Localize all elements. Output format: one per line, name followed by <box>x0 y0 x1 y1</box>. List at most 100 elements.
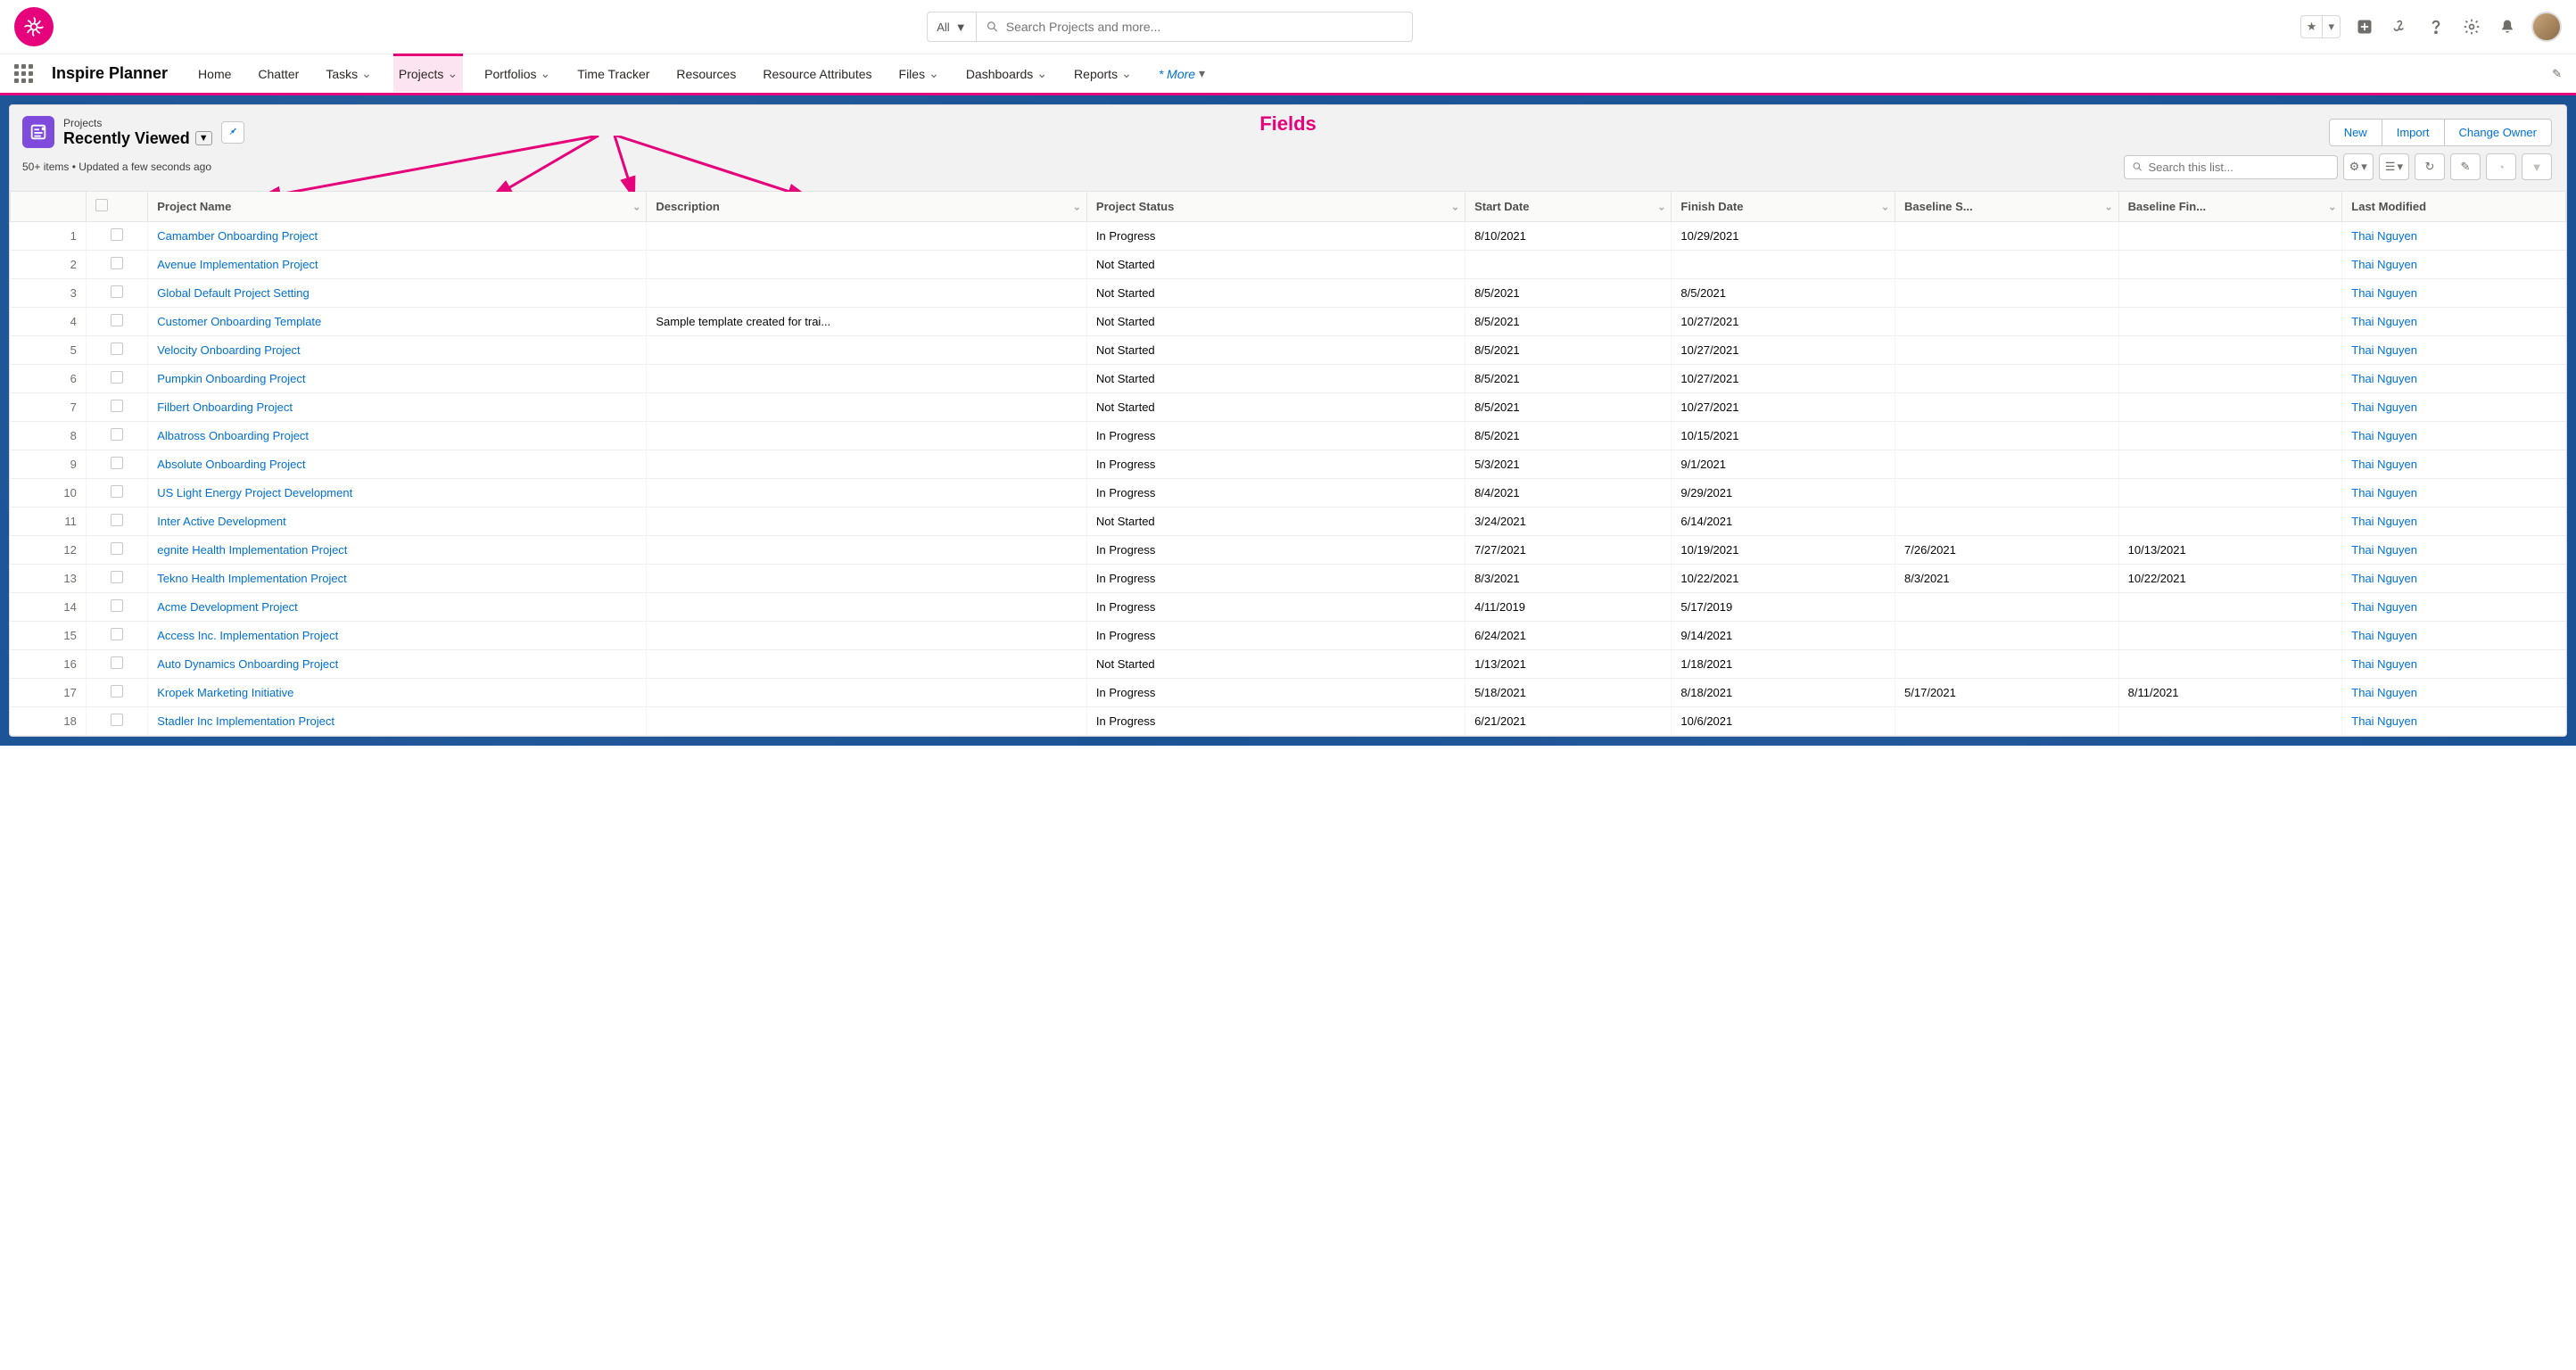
checkbox-icon[interactable] <box>111 342 123 355</box>
list-settings-button[interactable]: ⚙▾ <box>2343 153 2374 180</box>
checkbox-icon[interactable] <box>111 314 123 326</box>
project-link[interactable]: Customer Onboarding Template <box>157 315 321 328</box>
list-view-picker[interactable]: Recently Viewed ▼ <box>63 129 212 148</box>
inline-edit-button[interactable]: ✎ <box>2450 153 2481 180</box>
user-link[interactable]: Thai Nguyen <box>2351 458 2417 471</box>
nav-item-dashboards[interactable]: Dashboards⌄ <box>961 54 1053 93</box>
pin-list-button[interactable] <box>221 121 244 144</box>
row-checkbox[interactable] <box>86 622 147 650</box>
project-link[interactable]: Avenue Implementation Project <box>157 258 318 271</box>
user-link[interactable]: Thai Nguyen <box>2351 429 2417 442</box>
checkbox-icon[interactable] <box>111 714 123 726</box>
checkbox-icon[interactable] <box>95 199 108 211</box>
user-link[interactable]: Thai Nguyen <box>2351 600 2417 614</box>
col-description[interactable]: Description⌄ <box>647 192 1087 222</box>
gear-icon[interactable] <box>2460 15 2483 38</box>
row-checkbox[interactable] <box>86 593 147 622</box>
checkbox-icon[interactable] <box>111 685 123 697</box>
user-link[interactable]: Thai Nguyen <box>2351 286 2417 300</box>
row-checkbox[interactable] <box>86 279 147 308</box>
row-checkbox[interactable] <box>86 450 147 479</box>
nav-item-tasks[interactable]: Tasks⌄ <box>320 54 377 93</box>
checkbox-icon[interactable] <box>111 400 123 412</box>
chevron-down-icon[interactable]: ▾ <box>2322 16 2340 37</box>
app-launcher-icon[interactable] <box>14 64 36 83</box>
checkbox-icon[interactable] <box>111 285 123 298</box>
star-icon[interactable]: ★ <box>2301 16 2323 37</box>
question-icon[interactable] <box>2424 15 2448 38</box>
user-link[interactable]: Thai Nguyen <box>2351 229 2417 243</box>
project-link[interactable]: Tekno Health Implementation Project <box>157 572 346 585</box>
row-checkbox[interactable] <box>86 565 147 593</box>
row-checkbox[interactable] <box>86 336 147 365</box>
row-checkbox[interactable] <box>86 365 147 393</box>
project-link[interactable]: Access Inc. Implementation Project <box>157 629 338 642</box>
bell-icon[interactable] <box>2496 15 2519 38</box>
user-link[interactable]: Thai Nguyen <box>2351 629 2417 642</box>
project-link[interactable]: Velocity Onboarding Project <box>157 343 300 357</box>
project-link[interactable]: Inter Active Development <box>157 515 286 528</box>
col-project-status[interactable]: Project Status⌄ <box>1086 192 1465 222</box>
nav-more[interactable]: * More ▾ <box>1153 54 1210 93</box>
col-start-date[interactable]: Start Date⌄ <box>1466 192 1672 222</box>
nav-item-projects[interactable]: Projects⌄ <box>393 54 463 92</box>
user-link[interactable]: Thai Nguyen <box>2351 572 2417 585</box>
project-link[interactable]: Auto Dynamics Onboarding Project <box>157 657 338 671</box>
nav-item-resources[interactable]: Resources <box>671 54 741 93</box>
checkbox-icon[interactable] <box>111 542 123 555</box>
search-scope-picker[interactable]: All ▼ <box>927 12 975 42</box>
user-link[interactable]: Thai Nguyen <box>2351 515 2417 528</box>
nav-item-home[interactable]: Home <box>193 54 236 93</box>
list-search-box[interactable] <box>2124 155 2338 179</box>
col-last-modified[interactable]: Last Modified <box>2342 192 2566 222</box>
user-link[interactable]: Thai Nguyen <box>2351 400 2417 414</box>
list-search-input[interactable] <box>2148 161 2329 174</box>
user-link[interactable]: Thai Nguyen <box>2351 372 2417 385</box>
salesforce-help-icon[interactable] <box>2389 15 2412 38</box>
search-box[interactable] <box>976 12 1413 42</box>
edit-nav-icon[interactable]: ✎ <box>2552 67 2562 81</box>
checkbox-icon[interactable] <box>111 571 123 583</box>
display-as-button[interactable]: ☰▾ <box>2379 153 2409 180</box>
row-checkbox[interactable] <box>86 707 147 736</box>
project-link[interactable]: US Light Energy Project Development <box>157 486 352 499</box>
user-link[interactable]: Thai Nguyen <box>2351 714 2417 728</box>
checkbox-icon[interactable] <box>111 371 123 384</box>
filter-button[interactable]: ▼ <box>2522 153 2552 180</box>
nav-item-files[interactable]: Files⌄ <box>894 54 945 93</box>
col-finish-date[interactable]: Finish Date⌄ <box>1672 192 1895 222</box>
row-checkbox[interactable] <box>86 679 147 707</box>
checkbox-icon[interactable] <box>111 628 123 640</box>
chart-button[interactable]: ◔ <box>2486 153 2516 180</box>
nav-item-reports[interactable]: Reports⌄ <box>1069 54 1137 93</box>
user-avatar[interactable] <box>2531 12 2562 42</box>
project-link[interactable]: Acme Development Project <box>157 600 298 614</box>
project-link[interactable]: Albatross Onboarding Project <box>157 429 309 442</box>
global-search-input[interactable] <box>1006 20 1403 34</box>
project-link[interactable]: Stadler Inc Implementation Project <box>157 714 334 728</box>
project-link[interactable]: egnite Health Implementation Project <box>157 543 347 557</box>
user-link[interactable]: Thai Nguyen <box>2351 486 2417 499</box>
refresh-button[interactable]: ↻ <box>2415 153 2445 180</box>
nav-item-portfolios[interactable]: Portfolios⌄ <box>479 54 556 93</box>
row-checkbox[interactable] <box>86 422 147 450</box>
user-link[interactable]: Thai Nguyen <box>2351 657 2417 671</box>
col-baseline-finish[interactable]: Baseline Fin...⌄ <box>2118 192 2342 222</box>
user-link[interactable]: Thai Nguyen <box>2351 258 2417 271</box>
user-link[interactable]: Thai Nguyen <box>2351 343 2417 357</box>
checkbox-icon[interactable] <box>111 485 123 498</box>
checkbox-icon[interactable] <box>111 599 123 612</box>
checkbox-icon[interactable] <box>111 514 123 526</box>
project-link[interactable]: Global Default Project Setting <box>157 286 310 300</box>
import-button[interactable]: Import <box>2382 119 2445 146</box>
user-link[interactable]: Thai Nguyen <box>2351 543 2417 557</box>
col-select-all[interactable] <box>86 192 147 222</box>
project-link[interactable]: Filbert Onboarding Project <box>157 400 293 414</box>
checkbox-icon[interactable] <box>111 228 123 241</box>
row-checkbox[interactable] <box>86 251 147 279</box>
user-link[interactable]: Thai Nguyen <box>2351 315 2417 328</box>
row-checkbox[interactable] <box>86 308 147 336</box>
project-link[interactable]: Camamber Onboarding Project <box>157 229 318 243</box>
nav-item-chatter[interactable]: Chatter <box>252 54 304 93</box>
row-checkbox[interactable] <box>86 479 147 508</box>
